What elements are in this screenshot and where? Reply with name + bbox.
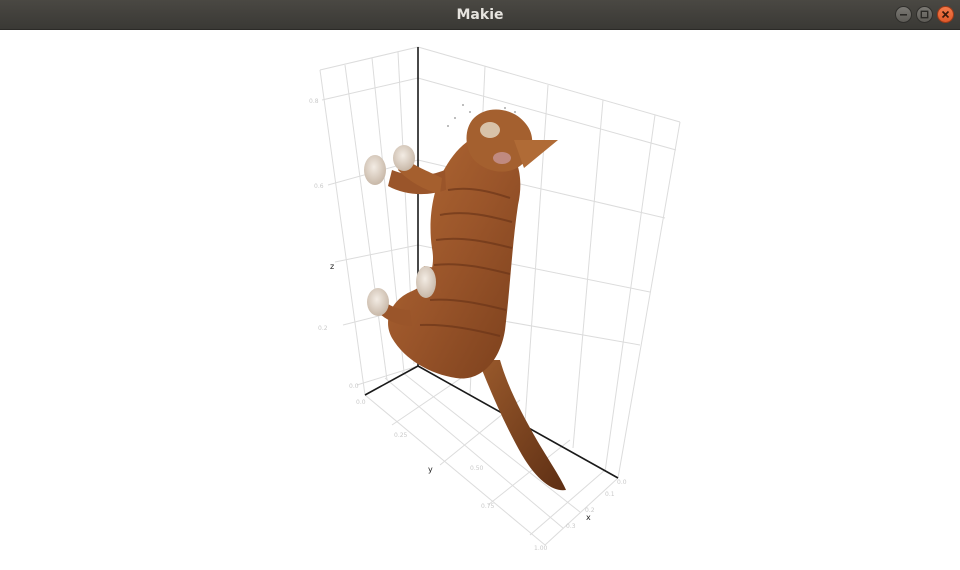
minimize-icon [900, 14, 907, 16]
axis-label-z: z [330, 262, 334, 271]
window-controls [895, 6, 954, 24]
svg-text:0.0: 0.0 [349, 383, 359, 390]
close-icon [941, 10, 950, 19]
axis-label-y: y [428, 465, 433, 474]
svg-text:0.0: 0.0 [617, 479, 627, 486]
scene-canvas[interactable]: 0.8 0.6 0.2 0.0 0.0 0.25 0.50 0.75 1.00 … [0, 30, 960, 570]
svg-text:0.1: 0.1 [605, 491, 615, 498]
3d-scene[interactable]: 0.8 0.6 0.2 0.0 0.0 0.25 0.50 0.75 1.00 … [0, 30, 960, 570]
close-button[interactable] [937, 6, 954, 23]
window-title: Makie [456, 7, 504, 23]
svg-text:0.3: 0.3 [566, 523, 576, 530]
svg-text:0.0: 0.0 [356, 399, 366, 406]
grid-floor [364, 371, 619, 546]
app-window: Makie 0.8 0.6 0.2 0.0 0.0 0.25 0.50 0.75… [0, 0, 960, 570]
minimize-button[interactable] [895, 6, 912, 23]
axis-label-x: x [586, 513, 591, 522]
svg-text:0.50: 0.50 [470, 465, 484, 472]
svg-text:0.8: 0.8 [309, 98, 319, 105]
svg-text:1.00: 1.00 [534, 545, 548, 552]
svg-text:0.2: 0.2 [318, 325, 328, 332]
maximize-button[interactable] [916, 6, 933, 23]
svg-text:0.6: 0.6 [314, 183, 324, 190]
svg-text:0.25: 0.25 [394, 432, 408, 439]
maximize-icon [920, 10, 929, 19]
title-bar[interactable]: Makie [0, 0, 960, 30]
svg-text:0.75: 0.75 [481, 503, 495, 510]
